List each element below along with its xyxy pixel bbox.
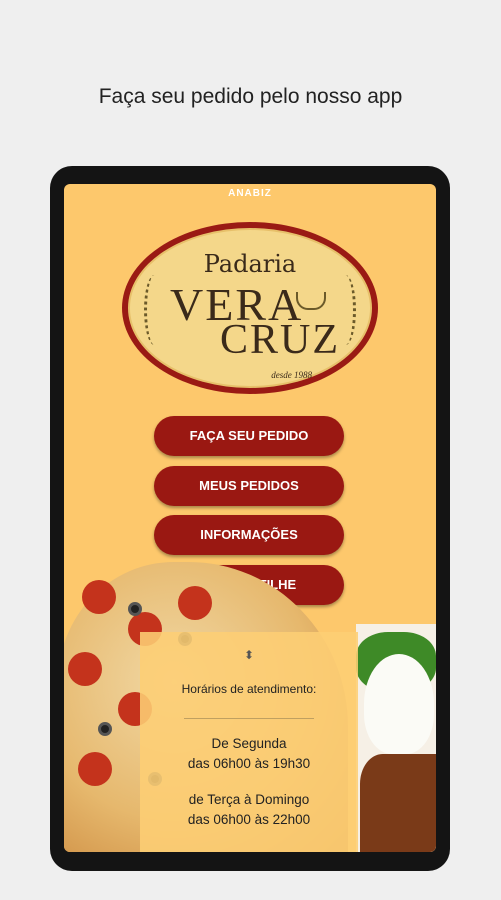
hours-panel: ⬍ Horários de atendimento: De Segunda da… <box>140 632 358 852</box>
logo-cruz-text: CRUZ <box>220 317 341 363</box>
bakery-logo: Padaria VERA CRUZ desde 1988 <box>122 222 378 394</box>
headline-text: Faça seu pedido pelo nosso app <box>98 85 403 108</box>
wheat-icon-left <box>144 275 165 345</box>
pepperoni <box>68 652 102 686</box>
app-screen: ANABIZ Padaria VERA CRUZ desde 1988 FAÇA… <box>64 184 436 852</box>
info-button[interactable]: INFORMAÇÕES <box>154 515 344 555</box>
steak-image <box>360 754 436 852</box>
hours-time-1: das 06h00 às 19h30 <box>187 756 311 771</box>
pepperoni <box>178 586 212 620</box>
expand-chevron-icon[interactable]: ⬍ <box>140 648 358 662</box>
olive <box>98 722 112 736</box>
brand-logo: ANABIZ <box>228 188 272 199</box>
hours-divider <box>184 718 314 719</box>
olive <box>128 602 142 616</box>
pepperoni <box>82 580 116 614</box>
logo-desde-text: desde 1988 <box>271 370 312 380</box>
pepperoni <box>78 752 112 786</box>
my-orders-button[interactable]: MEUS PEDIDOS <box>154 466 344 506</box>
tablet-frame: ANABIZ Padaria VERA CRUZ desde 1988 FAÇA… <box>50 166 450 871</box>
hours-days-2: de Terça à Domingo <box>188 792 310 807</box>
order-button[interactable]: FAÇA SEU PEDIDO <box>154 416 344 456</box>
hours-days-1: De Segunda <box>211 736 287 751</box>
rice-image <box>364 654 434 754</box>
hours-time-2: das 06h00 às 22h00 <box>187 812 311 827</box>
logo-padaria-text: Padaria <box>203 250 297 278</box>
logo-inner: Padaria VERA CRUZ desde 1988 <box>128 228 372 388</box>
hours-title: Horários de atendimento: <box>181 682 317 696</box>
